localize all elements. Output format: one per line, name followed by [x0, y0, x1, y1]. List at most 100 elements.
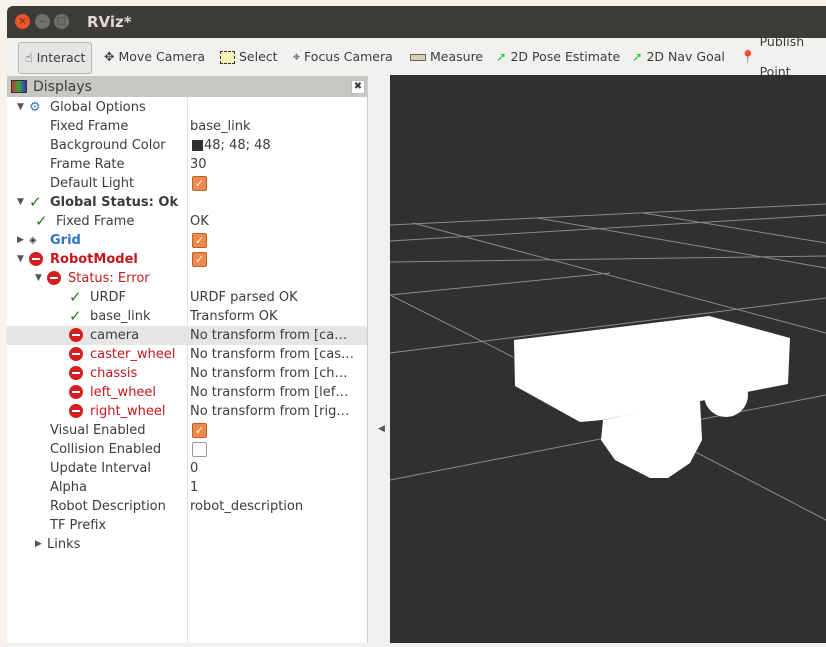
tree-row[interactable]: ▶ Links	[7, 535, 367, 554]
maximize-button[interactable]: □	[54, 14, 69, 29]
close-panel-icon[interactable]: ✖	[351, 80, 365, 94]
displays-title: Displays	[33, 78, 92, 95]
move-camera-tool[interactable]: ✥ Move Camera	[104, 42, 205, 72]
select-tool[interactable]: Select	[220, 42, 278, 72]
property-value[interactable]: Transform OK	[190, 307, 278, 326]
property-value[interactable]: No transform from [rig…	[190, 402, 349, 421]
collapse-arrow-icon[interactable]: ◀	[378, 424, 385, 434]
property-name: Status: Error	[68, 271, 150, 286]
expand-arrow-icon[interactable]: ▶	[35, 535, 42, 554]
property-name: Fixed Frame	[56, 214, 135, 229]
toolbar: ☝ Interact ✥ Move Camera Select ⌖ Focus Cam…	[7, 34, 826, 79]
minimize-button[interactable]: –	[35, 14, 50, 29]
tree-row[interactable]: ▼ Status: Error	[7, 269, 367, 288]
interact-tool[interactable]: ☝ Interact	[18, 42, 93, 74]
grid-icon: ◈	[29, 235, 37, 246]
pose-estimate-tool[interactable]: ➚ 2D Pose Estimate	[496, 42, 620, 72]
property-value[interactable]: OK	[190, 212, 209, 231]
checkbox[interactable]: ✓	[192, 252, 207, 267]
property-name: camera	[90, 328, 140, 343]
window-title: RViz*	[87, 13, 132, 31]
ruler-icon	[410, 53, 426, 61]
tool-label: 2D Pose Estimate	[510, 49, 621, 64]
property-name: Alpha	[50, 480, 87, 495]
property-name: Background Color	[50, 138, 166, 153]
tree-row[interactable]: Fixed Frame base_link	[7, 117, 367, 136]
tree-row[interactable]: Update Interval 0	[7, 459, 367, 478]
property-name: Robot Description	[50, 499, 166, 514]
property-value[interactable]: No transform from [ch…	[190, 364, 348, 383]
expand-arrow-icon[interactable]: ▼	[17, 250, 24, 269]
error-icon	[47, 271, 61, 285]
property-name: chassis	[90, 366, 138, 381]
checkbox[interactable]	[192, 442, 207, 457]
check-icon: ✓	[35, 212, 48, 230]
splitter[interactable]: ◀	[368, 76, 390, 643]
tree-row[interactable]: ✓ URDF URDF parsed OK	[7, 288, 367, 307]
property-value[interactable]: 1	[190, 478, 198, 497]
tree-row[interactable]: ▼ RobotModel ✓	[7, 250, 367, 269]
hand-icon: ☝	[25, 50, 33, 65]
property-value[interactable]: URDF parsed OK	[190, 288, 298, 307]
tree-row[interactable]: right_wheel No transform from [rig…	[7, 402, 367, 421]
property-name: Links	[47, 537, 81, 552]
property-value[interactable]: 48; 48; 48	[204, 136, 271, 155]
tree-row[interactable]: ▼ ✓ Global Status: Ok	[7, 193, 367, 212]
property-name: Frame Rate	[50, 157, 125, 172]
close-button[interactable]: ×	[15, 14, 30, 29]
property-value[interactable]: base_link	[190, 117, 250, 136]
property-name: Grid	[50, 233, 81, 248]
tree-row[interactable]: ✓ base_link Transform OK	[7, 307, 367, 326]
tree-row[interactable]: Visual Enabled ✓	[7, 421, 367, 440]
tree-row[interactable]: camera No transform from [ca…	[7, 326, 367, 345]
background-editor	[0, 0, 7, 643]
tree-row[interactable]: Default Light ✓	[7, 174, 367, 193]
publish-point-tool[interactable]: 📍 Publish Point	[740, 34, 826, 79]
focus-camera-tool[interactable]: ⌖ Focus Camera	[293, 42, 393, 72]
error-icon	[69, 404, 83, 418]
tree-row[interactable]: Frame Rate 30	[7, 155, 367, 174]
tool-label: Measure	[430, 49, 484, 64]
tree-row[interactable]: Collision Enabled	[7, 440, 367, 459]
property-value[interactable]: 0	[190, 459, 198, 478]
map-pin-icon: 📍	[740, 49, 756, 64]
property-name: Default Light	[50, 176, 135, 191]
tree-row[interactable]: caster_wheel No transform from [cas…	[7, 345, 367, 364]
expand-arrow-icon[interactable]: ▼	[35, 269, 42, 288]
displays-header: Displays ✖	[7, 76, 367, 97]
focus-camera-icon: ⌖	[293, 49, 301, 64]
select-icon	[220, 50, 235, 64]
color-swatch[interactable]	[192, 140, 203, 151]
tree-row[interactable]: ▶ ◈ Grid ✓	[7, 231, 367, 250]
tree-row[interactable]: Alpha 1	[7, 478, 367, 497]
property-value[interactable]: No transform from [lef…	[190, 383, 348, 402]
measure-tool[interactable]: Measure	[410, 42, 483, 72]
checkbox[interactable]: ✓	[192, 176, 207, 191]
property-value[interactable]: No transform from [ca…	[190, 326, 347, 345]
error-icon	[69, 328, 83, 342]
expand-arrow-icon[interactable]: ▶	[17, 231, 24, 250]
tree-row[interactable]: left_wheel No transform from [lef…	[7, 383, 367, 402]
tool-label: Select	[239, 49, 278, 64]
tree-row[interactable]: ▼ ⚙ Global Options	[7, 98, 367, 117]
checkbox[interactable]: ✓	[192, 423, 207, 438]
property-name: base_link	[90, 309, 151, 324]
3d-viewport[interactable]	[389, 75, 826, 643]
tree-row[interactable]: Robot Description robot_description	[7, 497, 367, 516]
expand-arrow-icon[interactable]: ▼	[17, 193, 24, 212]
check-icon: ✓	[69, 307, 82, 325]
tree-row[interactable]: Background Color 48; 48; 48	[7, 136, 367, 155]
property-name: TF Prefix	[50, 518, 107, 533]
tree-row[interactable]: chassis No transform from [ch…	[7, 364, 367, 383]
nav-goal-tool[interactable]: ➚ 2D Nav Goal	[632, 42, 725, 72]
property-name: left_wheel	[90, 385, 157, 400]
property-value[interactable]: No transform from [cas…	[190, 345, 354, 364]
green-arrow-icon: ➚	[632, 49, 643, 64]
checkbox[interactable]: ✓	[192, 233, 207, 248]
expand-arrow-icon[interactable]: ▼	[17, 98, 24, 117]
property-value[interactable]: 30	[190, 155, 207, 174]
tree-row[interactable]: ✓ Fixed Frame OK	[7, 212, 367, 231]
property-name: URDF	[90, 290, 127, 305]
property-value[interactable]: robot_description	[190, 497, 303, 516]
tree-row[interactable]: TF Prefix	[7, 516, 367, 535]
